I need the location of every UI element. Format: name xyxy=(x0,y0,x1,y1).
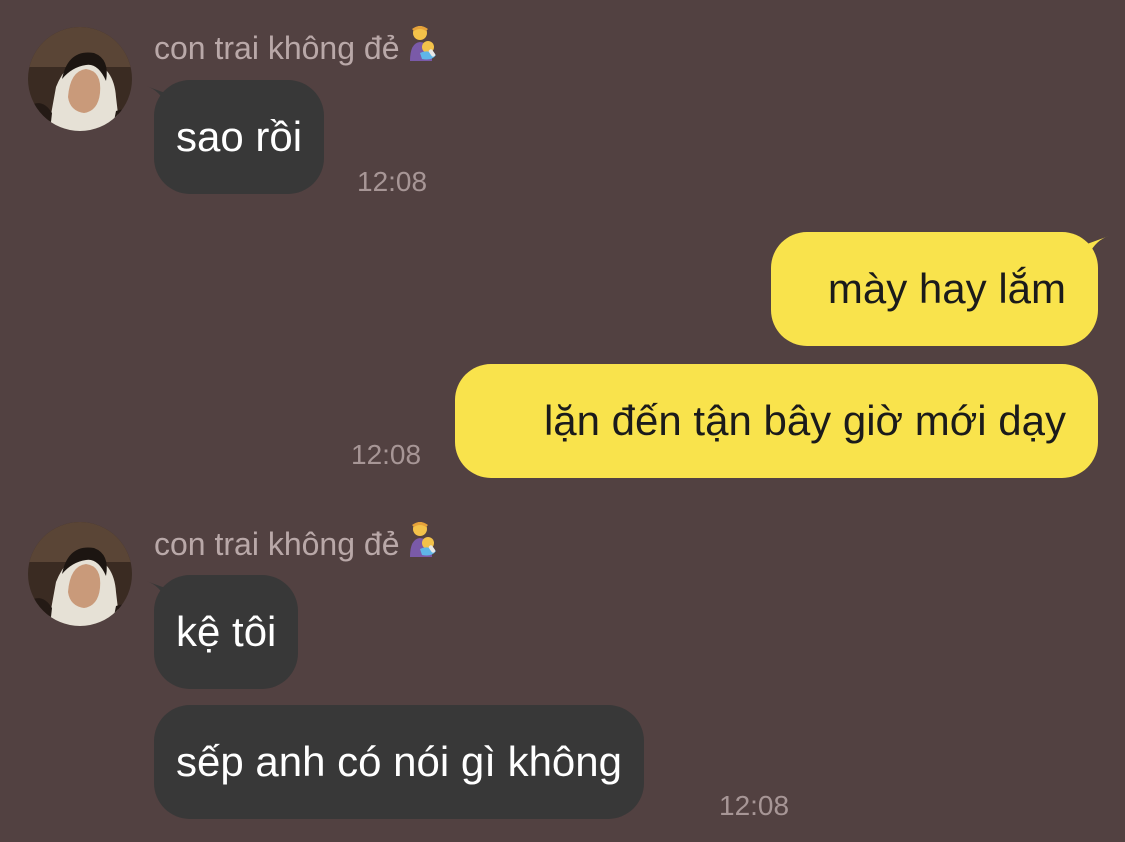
man-feeding-baby-icon xyxy=(406,25,440,71)
chat-view: con trai không đẻ sao rồi 12:08 mày hay … xyxy=(0,0,1125,842)
message-bubble[interactable]: mày hay lắm xyxy=(771,232,1098,346)
sender-avatar[interactable] xyxy=(28,522,132,626)
message-text: lặn đến tận bây giờ mới dạy xyxy=(543,397,1066,444)
message-timestamp: 12:08 xyxy=(357,166,428,197)
profile-photo-icon xyxy=(28,522,132,626)
message-timestamp: 12:08 xyxy=(719,790,790,821)
sender-avatar[interactable] xyxy=(28,27,132,131)
sender-name: con trai không đẻ xyxy=(154,29,400,66)
sender-name-row: con trai không đẻ xyxy=(154,25,440,71)
sender-name: con trai không đẻ xyxy=(154,525,400,562)
message-text: sếp anh có nói gì không xyxy=(176,738,623,785)
profile-photo-icon xyxy=(28,27,132,131)
message-text: mày hay lắm xyxy=(827,265,1066,312)
message-bubble[interactable]: sếp anh có nói gì không xyxy=(154,705,645,819)
man-feeding-baby-icon xyxy=(406,521,440,567)
message-text: sao rồi xyxy=(176,113,303,160)
message-bubble[interactable]: sao rồi xyxy=(154,80,325,194)
message-bubble[interactable]: kệ tôi xyxy=(154,575,299,689)
message-timestamp: 12:08 xyxy=(351,439,422,470)
message-bubble[interactable]: lặn đến tận bây giờ mới dạy xyxy=(455,364,1098,478)
message-text: kệ tôi xyxy=(176,608,277,655)
sender-name-row: con trai không đẻ xyxy=(154,521,440,567)
